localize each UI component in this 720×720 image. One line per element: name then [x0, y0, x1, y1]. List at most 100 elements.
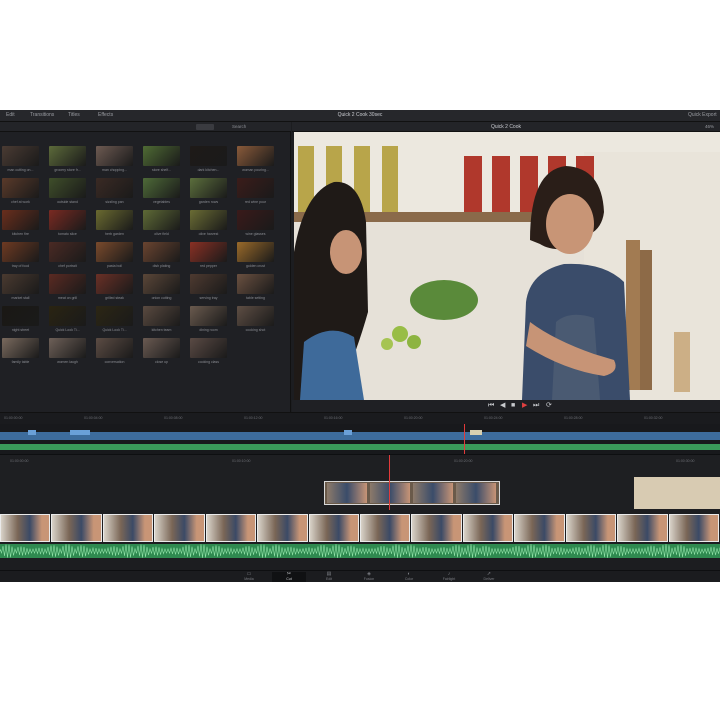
media-clip[interactable]: chef at work — [2, 178, 39, 208]
clip-label: Quick Look Ti... — [102, 328, 127, 332]
media-clip[interactable]: olive harvest — [190, 210, 227, 240]
media-clip[interactable]: chef portrait — [49, 242, 86, 272]
loop-icon[interactable]: ⟳ — [546, 402, 552, 410]
clip-label: Quick Look Ti... — [55, 328, 80, 332]
media-clip[interactable]: cooking class — [190, 338, 227, 368]
media-clip[interactable]: garden rows — [190, 178, 227, 208]
media-clip[interactable]: grilled steak — [96, 274, 133, 304]
clip-thumbnail — [96, 178, 133, 198]
media-clip[interactable]: dining room — [190, 306, 227, 336]
clip-label: woman pouring... — [242, 168, 269, 172]
clip-thumbnail — [143, 306, 180, 326]
video-clip[interactable] — [257, 514, 308, 542]
media-clip[interactable]: night street — [2, 306, 39, 336]
page-tab-media[interactable]: ▭ Media — [232, 572, 266, 582]
media-clip[interactable]: market stall — [2, 274, 39, 304]
media-clip[interactable]: outside stand — [49, 178, 86, 208]
video-clip[interactable] — [462, 514, 514, 542]
video-clip[interactable] — [102, 514, 154, 542]
video-clip[interactable] — [411, 514, 462, 542]
media-clip[interactable]: golden crust — [237, 242, 274, 272]
media-clip[interactable]: kitchen fire — [2, 210, 39, 240]
page-tab-fairlight[interactable]: ♪ Fairlight — [432, 572, 466, 582]
ruler-tick: 01:00:12:00 — [244, 416, 263, 420]
audio-track[interactable] — [0, 544, 720, 558]
clip-label: night street — [11, 328, 30, 332]
media-clip[interactable]: conversation — [96, 338, 133, 368]
view-toggle[interactable] — [196, 124, 214, 130]
media-clip[interactable]: store shelf... — [143, 146, 180, 176]
media-clip[interactable]: vegetables — [143, 178, 180, 208]
clip-thumbnail — [190, 338, 227, 358]
page-tab-edit[interactable]: ▤ Edit — [312, 572, 346, 582]
media-clip[interactable]: Quick Look Ti... — [96, 306, 133, 336]
page-tab-cut[interactable]: ✂ Cut — [272, 572, 306, 582]
media-clip[interactable]: tomato slice — [49, 210, 86, 240]
media-clip[interactable]: family table — [2, 338, 39, 368]
video-clip[interactable] — [565, 514, 617, 542]
media-clip[interactable]: red wine pour — [237, 178, 274, 208]
video-viewer[interactable] — [294, 132, 720, 400]
title-bar: Edit Transitions Titles Effects Quick 2 … — [0, 110, 720, 122]
title-clip[interactable] — [634, 477, 720, 509]
media-clip[interactable]: red pepper — [190, 242, 227, 272]
media-clip[interactable]: Quick Look Ti... — [49, 306, 86, 336]
page-tab-label: Fairlight — [442, 577, 456, 581]
clip-label: vegetables — [153, 200, 170, 204]
media-clip[interactable]: kitchen team — [143, 306, 180, 336]
media-clip[interactable]: dark kitchen... — [190, 146, 227, 176]
video-clip[interactable] — [205, 514, 257, 542]
video-clip[interactable] — [514, 514, 565, 542]
search-button[interactable]: Search — [232, 124, 246, 129]
overview-marker — [70, 430, 90, 435]
timeline-upper[interactable]: 01:00:00:00 01:00:10:00 01:00:20:00 01:00:3… — [0, 454, 720, 571]
page-tab-color[interactable]: ◐ Color — [392, 572, 426, 582]
page-navigation: ▭ Media ✂ Cut ▤ Edit ◈ Fusion ◐ Color ♪ Fairlight ➚ D… — [0, 570, 720, 582]
video-clip[interactable] — [668, 514, 719, 542]
play-icon[interactable]: ▶ — [522, 402, 527, 410]
media-clip[interactable]: table setting — [237, 274, 274, 304]
media-clip[interactable]: herb garden — [96, 210, 133, 240]
media-clip[interactable]: onion cutting — [143, 274, 180, 304]
media-clip[interactable]: meat on grill — [49, 274, 86, 304]
quick-export-button[interactable]: Quick Export — [688, 112, 717, 118]
media-clip[interactable]: women laugh — [49, 338, 86, 368]
page-tab-fusion[interactable]: ◈ Fusion — [352, 572, 386, 582]
timeline-ruler[interactable]: 01:00:00:00 01:00:04:00 01:00:08:00 01:00:1… — [0, 412, 720, 424]
media-clip[interactable]: woman pouring... — [237, 146, 274, 176]
media-clip[interactable]: cooking shot — [237, 306, 274, 336]
step-back-icon[interactable]: ◀ — [500, 402, 505, 410]
media-clip[interactable]: man chopping... — [96, 146, 133, 176]
video-clip[interactable] — [51, 514, 102, 542]
timeline-lower[interactable] — [0, 510, 720, 570]
media-clip[interactable]: serving tray — [190, 274, 227, 304]
video-clip[interactable] — [154, 514, 205, 542]
zoom-level[interactable]: 46% — [705, 124, 714, 129]
media-clip[interactable]: man cutting on... — [2, 146, 39, 176]
page-tab-label: Cut — [286, 577, 292, 581]
media-clip[interactable]: pasta boil — [96, 242, 133, 272]
selected-clip[interactable] — [324, 481, 500, 505]
media-clip[interactable]: grocery store fr... — [49, 146, 86, 176]
media-clip[interactable]: wine glasses — [237, 210, 274, 240]
clip-label: grocery store fr... — [54, 168, 81, 172]
stop-icon[interactable]: ■ — [511, 402, 515, 410]
video-track[interactable] — [0, 514, 720, 542]
video-clip[interactable] — [0, 514, 51, 542]
skip-back-icon[interactable]: ⏮ — [488, 402, 494, 410]
video-clip[interactable] — [360, 514, 411, 542]
overview-playhead[interactable] — [464, 424, 465, 454]
video-frame — [294, 132, 720, 400]
page-tab-label: Deliver — [483, 577, 495, 581]
video-clip[interactable] — [617, 514, 668, 542]
media-clip[interactable]: sizzling pan — [96, 178, 133, 208]
page-tab-deliver[interactable]: ➚ Deliver — [472, 572, 506, 582]
video-clip[interactable] — [308, 514, 359, 542]
step-forward-icon[interactable]: ⏭ — [533, 402, 539, 410]
media-clip[interactable]: tray of food — [2, 242, 39, 272]
clip-thumbnail — [237, 242, 274, 262]
media-clip[interactable]: dish plating — [143, 242, 180, 272]
media-clip[interactable]: close up — [143, 338, 180, 368]
media-clip[interactable]: olive field — [143, 210, 180, 240]
timeline-overview[interactable] — [0, 424, 720, 454]
